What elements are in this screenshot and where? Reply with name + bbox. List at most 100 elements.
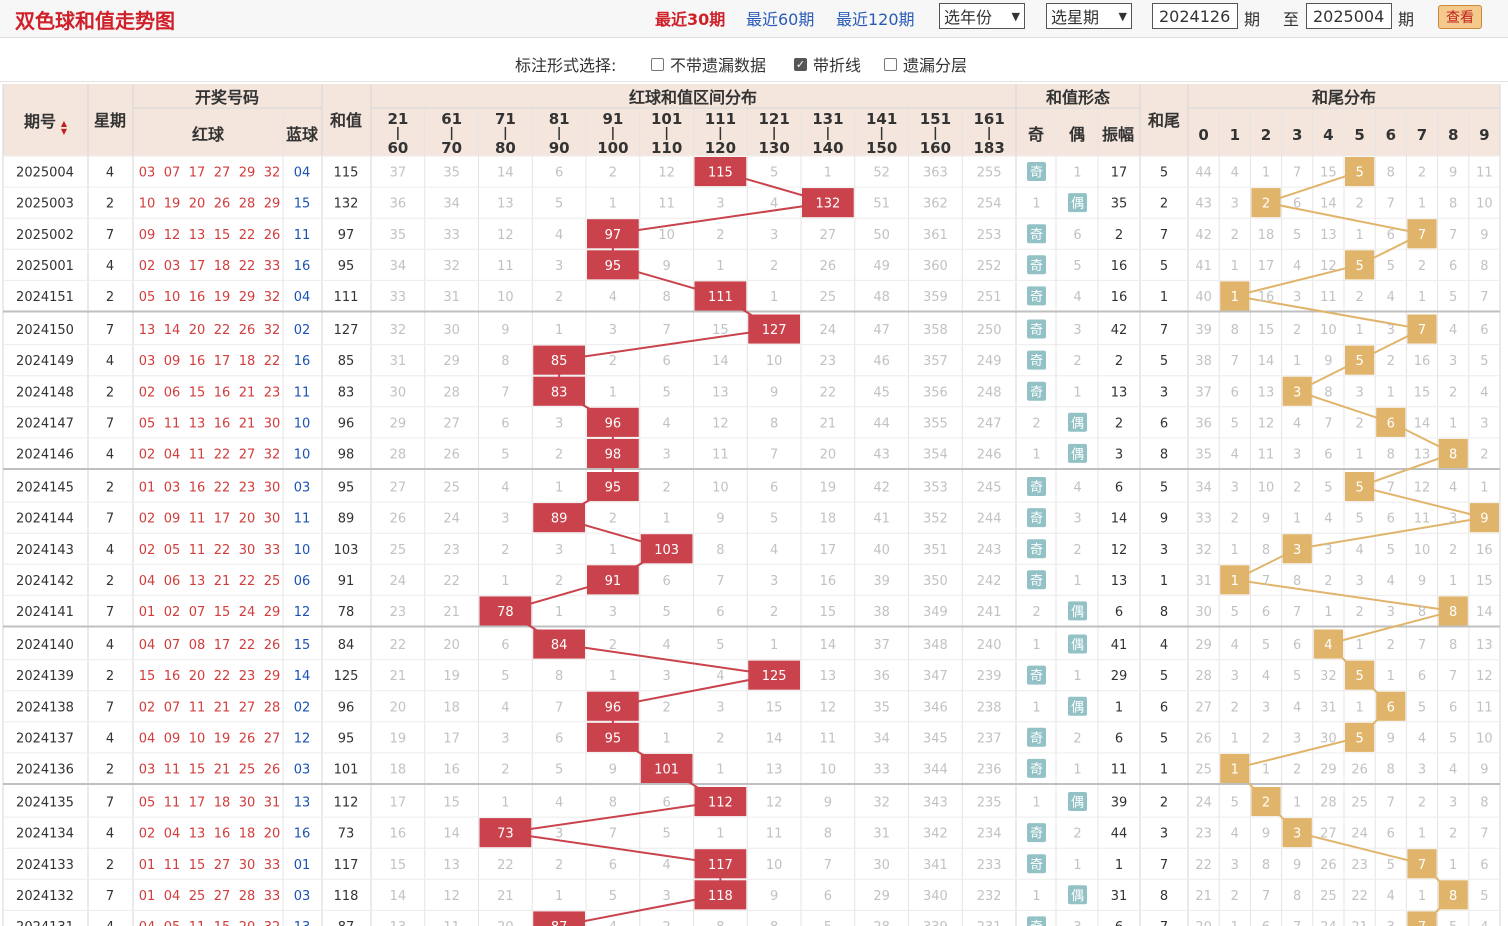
miss-value: 1 [1073,574,1081,589]
miss-value: 243 [977,543,1002,558]
red-ball: 22 [214,481,231,496]
red-ball: 04 [139,920,156,926]
blue-ball: 01 [294,858,311,873]
red-ball: 09 [164,354,181,369]
miss-value: 28 [873,920,890,926]
red-ball: 31 [264,796,281,811]
issue-cell: 2024137 [16,731,74,746]
tail-hit-value: 7 [1418,858,1426,873]
tail-digit-header: 7 [1417,126,1427,144]
miss-value: 345 [923,731,948,746]
miss-value: 5 [770,512,778,527]
miss-value: 37 [1195,385,1212,400]
red-ball: 15 [214,920,231,926]
miss-value: 43 [1195,197,1212,212]
miss-value: 1 [1449,858,1457,873]
sum-hit-value: 112 [708,796,733,811]
amplitude-cell: 41 [1111,638,1128,653]
miss-value: 344 [923,762,948,777]
week-cell: 2 [106,762,114,777]
red-ball: 07 [164,638,181,653]
miss-value: 348 [923,638,948,653]
red-ball: 01 [139,858,156,873]
miss-value: 6 [824,889,832,904]
miss-value: 9 [770,889,778,904]
red-ball: 26 [239,323,256,338]
miss-value: 9 [1262,827,1270,842]
red-ball: 15 [189,385,206,400]
miss-value: 12 [1414,481,1431,496]
miss-value: 8 [662,290,670,305]
miss-value: 23 [1351,858,1368,873]
miss-value: 4 [501,481,509,496]
miss-value: 24 [1351,827,1368,842]
miss-value: 1 [1387,669,1395,684]
tail-hit-value: 7 [1418,920,1426,926]
red-ball: 09 [139,228,156,243]
miss-value: 6 [1480,858,1488,873]
range-end-label: 160 [920,139,951,157]
miss-value: 14 [1258,354,1275,369]
miss-value: 3 [501,731,509,746]
miss-value: 25 [443,481,460,496]
red-ball: 16 [214,827,231,842]
miss-value: 3 [609,323,617,338]
amplitude-cell: 13 [1111,385,1128,400]
miss-value: 30 [1195,605,1212,620]
sum-header: 和值 [330,111,362,130]
miss-value: 33 [873,762,890,777]
red-ball: 21 [239,416,256,431]
sum-cell: 95 [338,481,355,496]
red-ball: 03 [139,354,156,369]
miss-value: 1 [555,481,563,496]
miss-value: 4 [662,416,670,431]
amplitude-cell: 1 [1115,858,1123,873]
sum-hit-value: 103 [654,543,679,558]
miss-value: 1 [770,290,778,305]
red-ball: 11 [164,416,181,431]
miss-value: 9 [1480,762,1488,777]
range-end-label: 110 [651,139,682,157]
miss-value: 1 [1355,638,1363,653]
miss-value: 29 [443,354,460,369]
red-ball: 01 [139,889,156,904]
miss-value: 21 [390,669,407,684]
miss-value: 5 [1387,543,1395,558]
tail-cell: 5 [1160,259,1168,274]
miss-value: 16 [390,827,407,842]
miss-value: 2 [1073,827,1081,842]
red-ball: 03 [139,166,156,181]
red-ball: 17 [214,512,231,527]
miss-value: 5 [501,447,509,462]
miss-value: 10 [1258,481,1275,496]
miss-value: 9 [662,259,670,274]
miss-value: 26 [1195,731,1212,746]
miss-value: 27 [390,481,407,496]
miss-value: 8 [770,416,778,431]
red-ball: 33 [264,858,281,873]
miss-value: 7 [1262,574,1270,589]
miss-value: 2 [1293,762,1301,777]
week-cell: 2 [106,385,114,400]
week-cell: 4 [106,731,114,746]
miss-value: 4 [1231,166,1239,181]
miss-value: 5 [1231,796,1239,811]
miss-value: 1 [1293,512,1301,527]
miss-value: 6 [662,574,670,589]
tail-digit-header: 0 [1198,126,1208,144]
red-ball: 28 [239,197,256,212]
miss-value: 1 [1355,700,1363,715]
tail-hit-value: 9 [1480,512,1488,527]
tail-cell: 2 [1160,796,1168,811]
miss-value: 255 [977,166,1002,181]
red-ball: 04 [164,827,181,842]
tail-hit-value: 7 [1418,323,1426,338]
miss-value: 28 [1320,796,1337,811]
miss-value: 1 [1231,920,1239,926]
range-start-label: 61 [441,110,462,128]
miss-value: 45 [873,385,890,400]
sort-down-icon: ▼ [61,127,68,136]
blue-ball: 15 [294,638,311,653]
miss-value: 32 [873,796,890,811]
miss-value: 3 [770,228,778,243]
